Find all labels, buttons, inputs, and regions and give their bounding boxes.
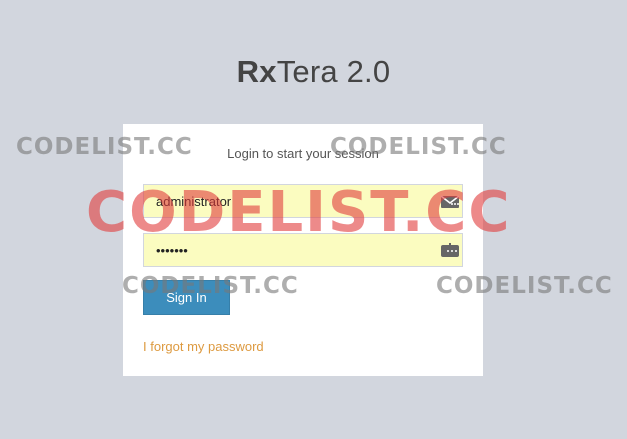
logo-light: Tera 2.0 — [276, 54, 391, 89]
keyboard-icon — [440, 242, 460, 260]
login-message: Login to start your session — [227, 146, 379, 161]
sign-in-button[interactable]: Sign In — [143, 280, 230, 315]
password-input[interactable] — [144, 234, 462, 266]
login-box: Login to start your session Sign In — [123, 124, 483, 376]
envelope-icon — [440, 193, 460, 211]
forgot-password-link[interactable]: I forgot my password — [143, 339, 264, 354]
username-input[interactable] — [144, 185, 462, 217]
password-field-wrapper — [143, 233, 463, 267]
username-field-wrapper — [143, 184, 463, 218]
logo-bold: Rx — [236, 54, 277, 89]
app-logo: RxTera 2.0 — [0, 54, 627, 90]
